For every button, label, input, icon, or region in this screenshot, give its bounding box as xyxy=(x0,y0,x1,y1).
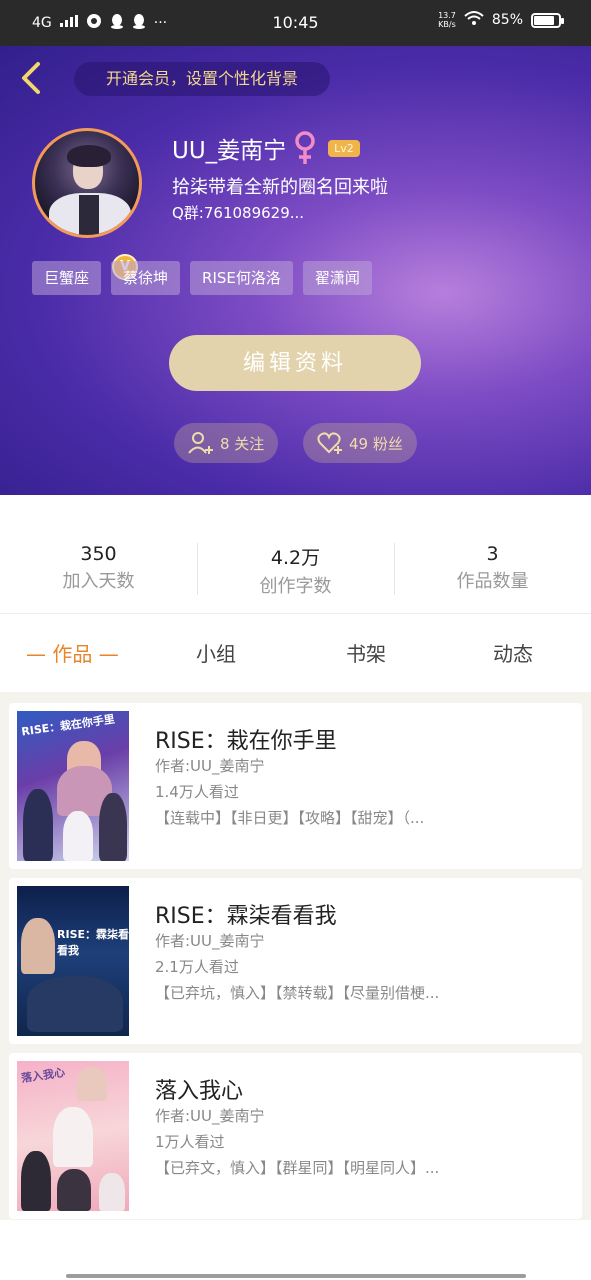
work-views: 1.4万人看过 xyxy=(155,783,239,801)
cover-title: 落入我心 xyxy=(20,1065,66,1085)
stat-label: 作品数量 xyxy=(456,571,529,592)
status-bar: 4G ··· 10:45 13.7 KB/s 85% xyxy=(0,0,591,46)
profile-tags: 巨蟹座 蔡徐坤 RISE何洛洛 翟潇闻 xyxy=(32,261,372,295)
stat-value: 3 xyxy=(486,543,499,565)
heart-plus-icon xyxy=(317,432,342,454)
vip-background-banner[interactable]: 开通会员，设置个性化背景 xyxy=(74,62,330,96)
wifi-icon xyxy=(464,10,484,30)
bottom-area xyxy=(0,1220,591,1280)
cover-title: RISE：栽在你手里 xyxy=(20,712,116,739)
cover-figure xyxy=(53,1107,93,1167)
works-list: RISE：栽在你手里 RISE：栽在你手里 作者:UU_姜南宁 1.4万人看过 … xyxy=(0,692,591,1220)
battery-fill xyxy=(534,15,555,25)
level-badge: Lv2 xyxy=(328,139,360,157)
stat-word-count: 4.2万 创作字数 xyxy=(197,495,394,613)
work-card[interactable]: 落入我心 落入我心 作者:UU_姜南宁 1万人看过 【已弃文，慎入】【群星同】【… xyxy=(9,1053,582,1219)
tab-works[interactable]: — 作品 — xyxy=(26,638,119,667)
work-title[interactable]: RISE：霖柒看看我 xyxy=(155,898,337,930)
cover-figure xyxy=(99,1173,125,1211)
work-card[interactable]: RISE：栽在你手里 RISE：栽在你手里 作者:UU_姜南宁 1.4万人看过 … xyxy=(9,703,582,869)
stat-value: 4.2万 xyxy=(270,547,321,569)
bio-line-1: 拾柒带着全新的圈名回来啦 xyxy=(172,177,388,198)
stat-label: 创作字数 xyxy=(259,576,332,597)
work-author: 作者:UU_姜南宁 xyxy=(155,932,265,950)
avatar-shirt-shape xyxy=(79,195,99,235)
username-row: UU_姜南宁 Lv2 xyxy=(172,130,360,166)
stat-value: 350 xyxy=(80,543,117,565)
stats-bar: 350 加入天数 4.2万 创作字数 3 作品数量 xyxy=(0,495,591,613)
work-views: 1万人看过 xyxy=(155,1133,225,1151)
cover-figure xyxy=(27,976,123,1032)
tag-idol-3[interactable]: 翟潇闻 xyxy=(302,261,372,295)
cover-figure xyxy=(23,789,53,861)
back-button[interactable] xyxy=(14,60,50,96)
tag-idol-2[interactable]: RISE何洛洛 xyxy=(190,261,293,295)
fans-button[interactable]: 49 粉丝 xyxy=(303,423,417,463)
cover-figure xyxy=(63,811,93,861)
work-title[interactable]: RISE：栽在你手里 xyxy=(155,723,337,755)
work-views: 2.1万人看过 xyxy=(155,958,239,976)
battery-percent: 85% xyxy=(491,12,523,28)
female-icon xyxy=(295,131,315,164)
profile-header: 开通会员，设置个性化背景 V UU_姜南宁 Lv2 拾柒带着全新的圈名回来啦 Q… xyxy=(0,46,591,495)
work-cover[interactable]: RISE：栽在你手里 xyxy=(17,711,129,861)
tag-constellation[interactable]: 巨蟹座 xyxy=(32,261,102,295)
tab-bookshelf[interactable]: 书架 xyxy=(346,638,386,667)
network-speed-value: 13.7 xyxy=(438,11,456,20)
network-speed-unit: KB/s xyxy=(438,20,456,29)
cover-figure xyxy=(99,793,127,861)
network-speed: 13.7 KB/s xyxy=(438,11,456,29)
cover-figure xyxy=(57,1169,91,1211)
cover-title: RISE：霖柒看看我 xyxy=(57,928,129,957)
cover-figure xyxy=(77,1067,107,1101)
work-tags: 【连载中】【非日更】【攻略】【甜宠】（... xyxy=(155,809,425,827)
stat-days-joined: 350 加入天数 xyxy=(0,495,197,613)
tab-groups[interactable]: 小组 xyxy=(196,638,236,667)
following-button[interactable]: 8 关注 xyxy=(174,423,279,463)
work-cover[interactable]: RISE：霖柒看看我 xyxy=(17,886,129,1036)
tag-idol-1[interactable]: 蔡徐坤 xyxy=(111,261,181,295)
avatar-hair-shape xyxy=(67,145,111,167)
work-cover[interactable]: 落入我心 xyxy=(17,1061,129,1211)
cover-figure xyxy=(21,1151,51,1211)
username: UU_姜南宁 xyxy=(172,138,287,164)
work-author: 作者:UU_姜南宁 xyxy=(155,1107,265,1125)
fans-count: 49 粉丝 xyxy=(349,434,403,453)
tab-feed[interactable]: 动态 xyxy=(493,638,533,667)
bio-line-2: Q群:761089629... xyxy=(172,204,305,222)
work-card[interactable]: RISE：霖柒看看我 RISE：霖柒看看我 作者:UU_姜南宁 2.1万人看过 … xyxy=(9,878,582,1044)
stat-label: 加入天数 xyxy=(62,571,135,592)
back-arrow-icon xyxy=(22,62,40,94)
tab-bar: — 作品 — 小组 书架 动态 xyxy=(0,614,591,692)
cover-figure xyxy=(21,918,55,974)
work-title[interactable]: 落入我心 xyxy=(155,1073,243,1105)
user-plus-icon xyxy=(188,432,213,454)
work-author: 作者:UU_姜南宁 xyxy=(155,757,265,775)
work-tags: 【已弃坑，慎入】【禁转载】【尽量别借梗... xyxy=(155,984,440,1002)
following-count: 8 关注 xyxy=(220,434,265,453)
battery-icon xyxy=(531,12,564,28)
stat-works-count: 3 作品数量 xyxy=(394,495,591,613)
avatar[interactable] xyxy=(32,128,142,238)
work-tags: 【已弃文，慎入】【群星同】【明星同人】... xyxy=(155,1159,440,1177)
nav-gesture-bar[interactable] xyxy=(340,1274,526,1278)
edit-profile-button[interactable]: 编辑资料 xyxy=(169,335,421,391)
